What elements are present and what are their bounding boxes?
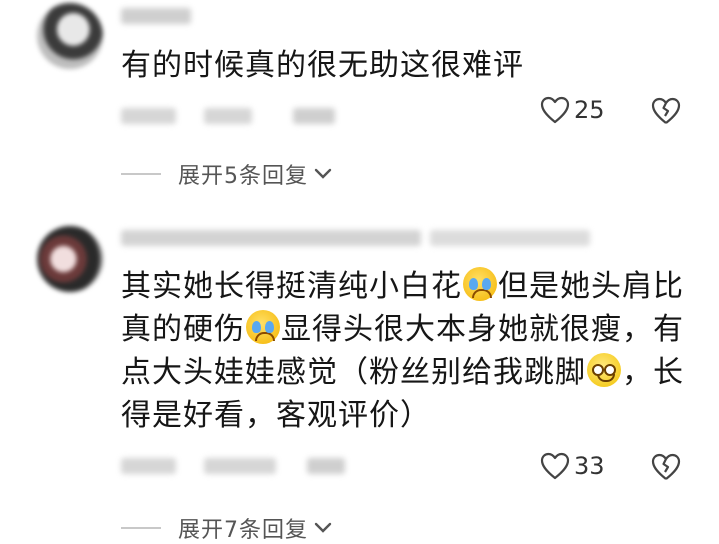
like-count: 25 <box>574 96 605 124</box>
expand-replies-button[interactable]: 展开7条回复 <box>121 512 332 544</box>
heart-icon <box>540 452 570 480</box>
avatar[interactable] <box>37 226 103 292</box>
like-count: 33 <box>574 452 605 480</box>
smile-emoji-icon <box>587 353 621 387</box>
comment-meta-blurred <box>121 108 176 124</box>
divider-line <box>121 527 161 529</box>
comment-text: 有的时候真的很无助这很难评 <box>121 48 524 83</box>
chevron-down-icon <box>314 168 332 179</box>
comment-meta-blurred <box>204 108 252 124</box>
comment-meta-blurred <box>121 458 176 474</box>
expand-replies-label: 展开5条回复 <box>178 164 308 189</box>
comment-text: 其实她长得挺清纯小白花 但是她头肩比真的硬伤 显得头很大本身她就很瘦，有点大头娃娃感… <box>121 265 691 437</box>
crying-emoji-icon <box>463 267 497 301</box>
crying-emoji-icon <box>246 310 280 344</box>
reply-button-blurred[interactable] <box>307 458 345 474</box>
heart-icon <box>540 96 570 124</box>
dislike-broken-heart-icon[interactable] <box>651 97 681 125</box>
expand-replies-button[interactable]: 展开5条回复 <box>121 158 332 190</box>
chevron-down-icon <box>314 522 332 533</box>
username-blurred[interactable] <box>121 230 421 246</box>
username-blurred[interactable] <box>121 8 191 24</box>
reply-button-blurred[interactable] <box>293 108 335 124</box>
username-blurred[interactable] <box>430 230 590 246</box>
dislike-broken-heart-icon[interactable] <box>651 453 681 481</box>
like-button[interactable]: 25 <box>540 96 605 124</box>
comment-meta-blurred <box>204 458 276 474</box>
avatar[interactable] <box>37 3 103 69</box>
comment-text-part: 其实她长得挺清纯小白花 <box>121 269 462 304</box>
divider-line <box>121 173 161 175</box>
like-button[interactable]: 33 <box>540 452 605 480</box>
expand-replies-label: 展开7条回复 <box>178 518 308 543</box>
